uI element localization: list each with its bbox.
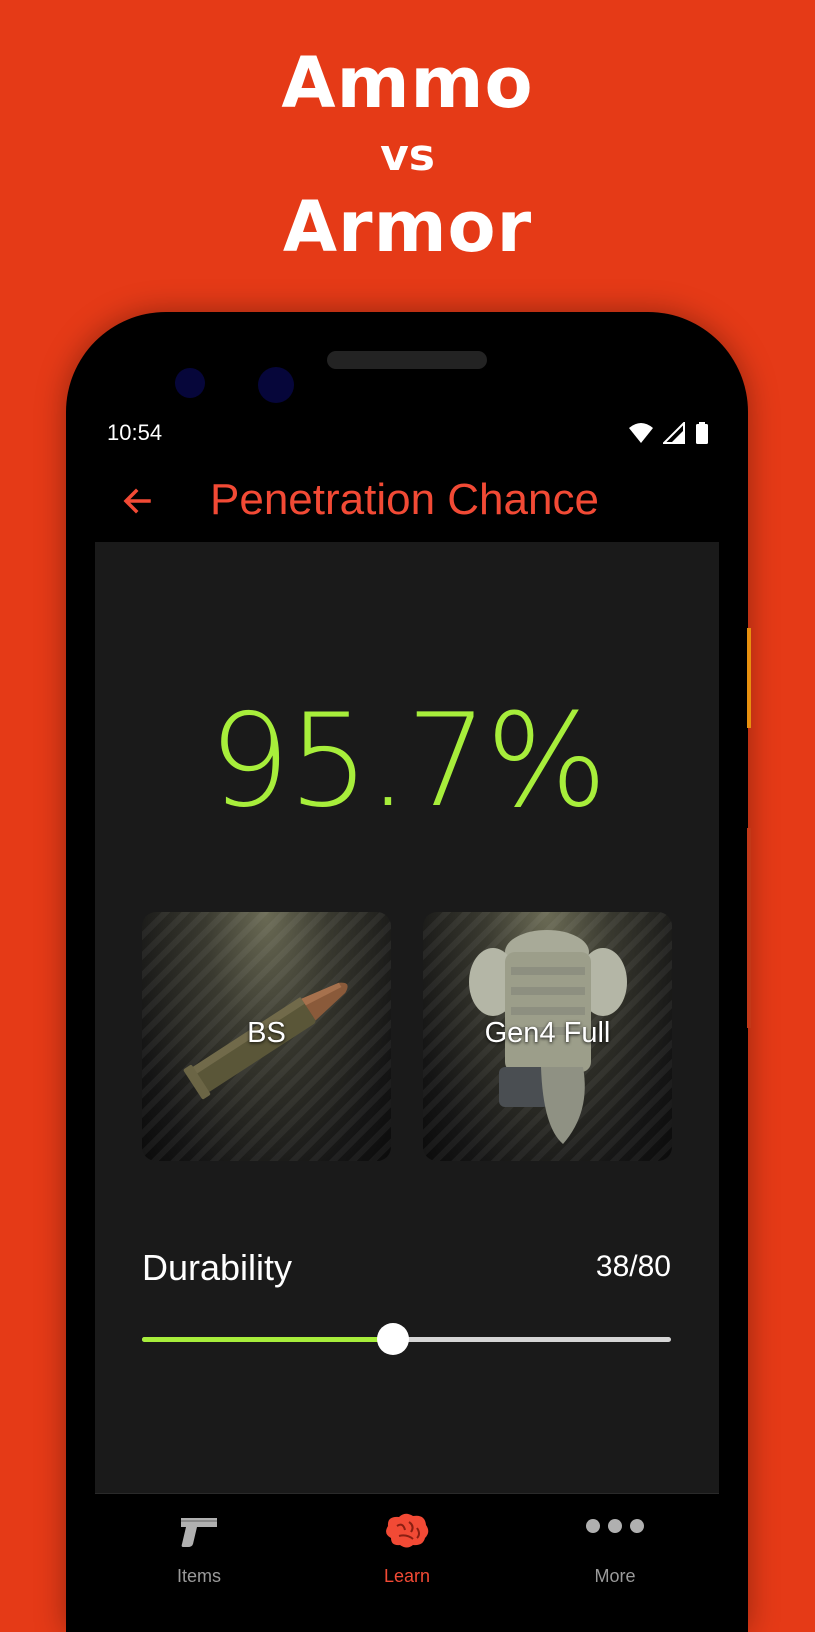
nav-label-items: Items: [176, 1566, 221, 1586]
battery-icon: [696, 422, 708, 444]
nav-item-learn[interactable]: Learn: [303, 1494, 511, 1594]
nav-item-more[interactable]: More: [511, 1494, 719, 1594]
status-bar: 10:54: [107, 420, 709, 450]
durability-value: 38/80: [595, 1250, 671, 1283]
armor-card[interactable]: Gen4 Full: [423, 912, 672, 1161]
durability-label: Durability: [142, 1247, 293, 1288]
page-title: Penetration Chance: [210, 475, 599, 524]
nav-label-more: More: [594, 1566, 636, 1586]
status-time: 10:54: [107, 420, 163, 445]
front-sensor: [258, 367, 294, 403]
ammo-card-label: BS: [247, 1017, 286, 1049]
slider-thumb[interactable]: [377, 1323, 410, 1355]
phone-side-button: [747, 628, 751, 728]
more-dots-icon: [586, 1519, 644, 1533]
ammo-card[interactable]: BS: [142, 912, 391, 1161]
phone-volume-button: [747, 828, 751, 1028]
nav-item-items[interactable]: Items: [95, 1494, 303, 1594]
arrow-left-icon: [123, 488, 151, 514]
promo-line-vs: vs: [380, 130, 435, 181]
signal-icon: [662, 422, 685, 444]
main-content: 95.7% BS Gen4 Full Durability 38/80: [95, 542, 719, 1493]
back-button[interactable]: [115, 479, 159, 523]
wifi-icon: [628, 423, 653, 443]
promo-line-armor: Armor: [282, 186, 533, 268]
front-camera: [175, 368, 205, 398]
pistol-icon: [181, 1518, 217, 1547]
promo-line-ammo: Ammo: [281, 42, 534, 124]
nav-label-learn: Learn: [383, 1566, 431, 1586]
phone-speaker: [327, 351, 487, 369]
penetration-chance-value: 95.7%: [208, 687, 608, 836]
durability-slider[interactable]: [142, 1322, 671, 1356]
bottom-navigation: Items Learn More: [95, 1493, 719, 1594]
armor-card-label: Gen4 Full: [484, 1017, 611, 1049]
brain-icon: [386, 1513, 429, 1548]
app-bar: Penetration Chance: [95, 465, 719, 541]
status-icons: [625, 422, 709, 446]
slider-fill: [142, 1337, 394, 1342]
